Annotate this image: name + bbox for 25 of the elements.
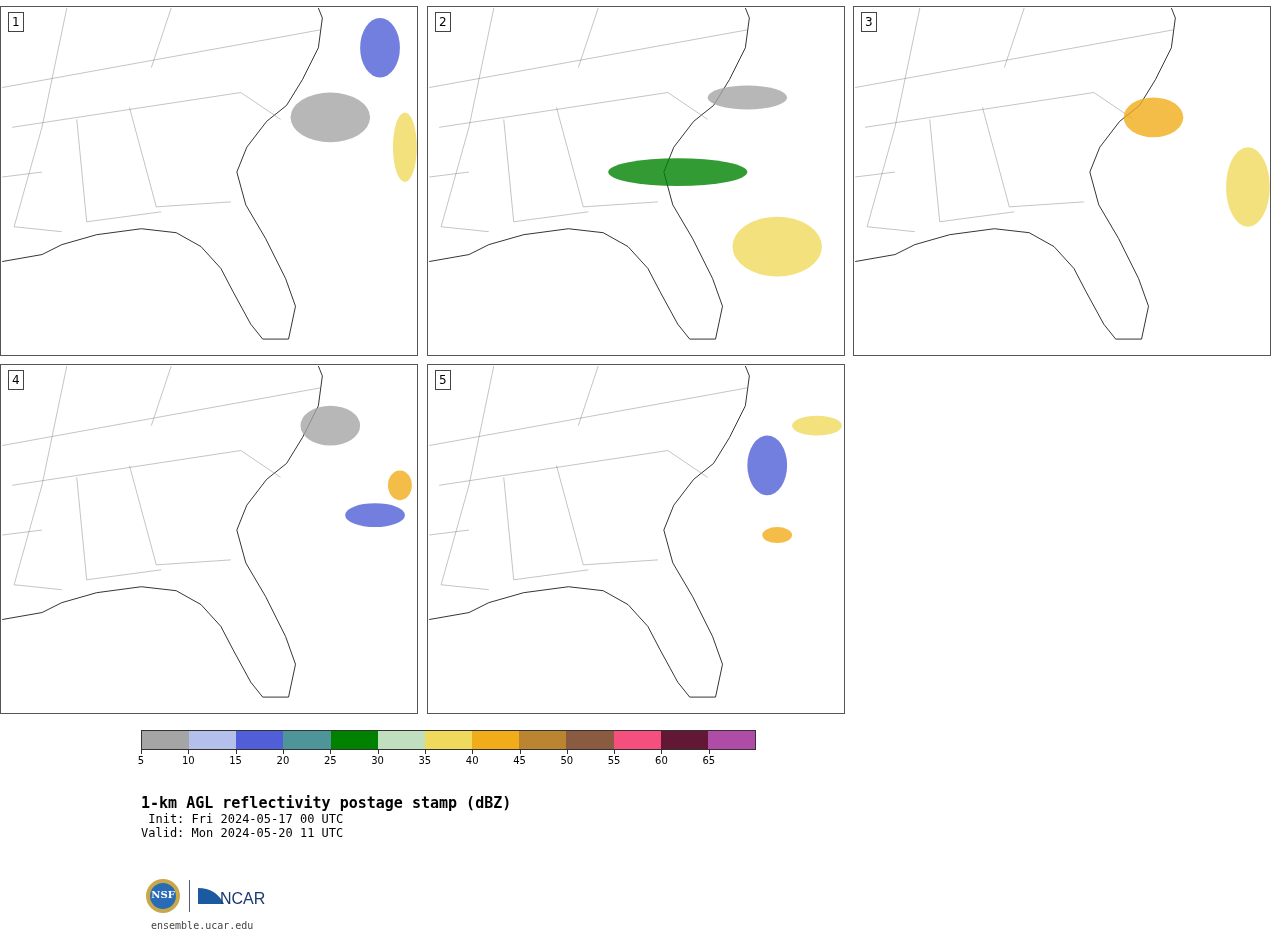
tick-label: 15 xyxy=(229,755,242,766)
info-line: Init: Fri 2024-05-17 00 UTC xyxy=(147,812,345,826)
panel-number: 2 xyxy=(435,12,451,32)
tick-label: 55 xyxy=(607,755,621,766)
tick-label: 20 xyxy=(276,755,290,766)
panel-number: 1 xyxy=(8,12,24,32)
tick-label: 30 xyxy=(371,755,384,766)
panel-number: 3 xyxy=(861,12,877,32)
site-url: ensemble.ucar.edu xyxy=(151,920,255,931)
info-line: Valid: Mon 2024-05-20 11 UTC xyxy=(141,826,345,840)
tick-label: 40 xyxy=(465,755,479,766)
logo-text: NCAR xyxy=(220,892,266,906)
tick-label: 25 xyxy=(323,755,337,766)
tick-label: 10 xyxy=(181,755,195,766)
tick-label: 65 xyxy=(702,755,716,766)
panel-number: 4 xyxy=(8,370,24,390)
tick-label: 45 xyxy=(513,755,526,766)
chart-title: 1-km AGL reflectivity postage stamp (dBZ) xyxy=(141,794,513,812)
logo-text: NSF xyxy=(150,889,176,900)
tick-label: 35 xyxy=(418,755,432,766)
panel-number: 5 xyxy=(435,370,451,390)
nsf-globe-icon xyxy=(145,878,181,914)
tick-label: 60 xyxy=(655,755,668,766)
tick-label: 50 xyxy=(560,755,574,766)
tick-label: 5 xyxy=(137,755,145,766)
